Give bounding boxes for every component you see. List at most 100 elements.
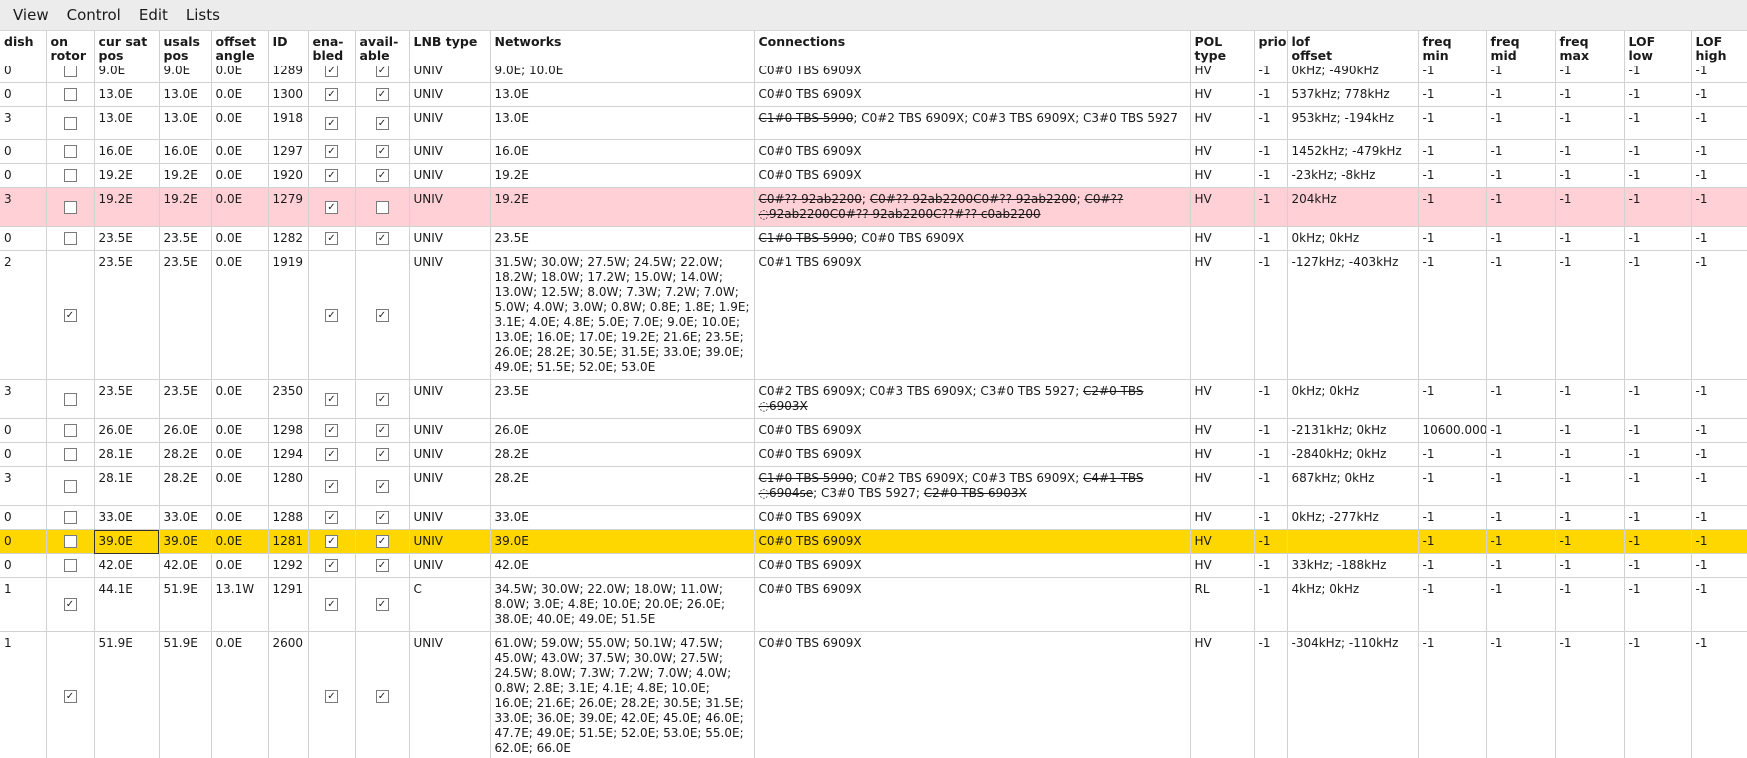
cell-enabled[interactable]: ✓	[308, 530, 355, 554]
cell-offset-angle[interactable]: 0.0E	[211, 251, 268, 380]
cell-dish[interactable]: 0	[0, 164, 46, 188]
cell-freq-max[interactable]: -1	[1555, 578, 1624, 632]
cell-available[interactable]: ✓	[355, 83, 409, 107]
cell-lof-low[interactable]: -1	[1624, 83, 1691, 107]
cell-networks[interactable]: 28.2E	[490, 467, 754, 506]
cell-enabled[interactable]: ✓	[308, 578, 355, 632]
cell-freq-mid[interactable]: -1	[1486, 251, 1555, 380]
cell-pol-type[interactable]: HV	[1190, 140, 1254, 164]
cell-lnb-type[interactable]: UNIV	[409, 554, 490, 578]
cell-freq-max[interactable]: -1	[1555, 530, 1624, 554]
table-row[interactable]: 039.0E39.0E0.0E1281✓✓UNIV39.0EC0#0 TBS 6…	[0, 530, 1747, 554]
cell-lof-low[interactable]: -1	[1624, 443, 1691, 467]
table-row[interactable]: 323.5E23.5E0.0E2350✓✓UNIV23.5EC0#2 TBS 6…	[0, 380, 1747, 419]
cell-lof-high[interactable]: -1	[1691, 443, 1747, 467]
cell-lnb-type[interactable]: UNIV	[409, 107, 490, 140]
cell-enabled[interactable]: ✓	[308, 419, 355, 443]
cell-lof-high[interactable]: -1	[1691, 380, 1747, 419]
cell-available[interactable]: ✓	[355, 467, 409, 506]
cell-cur-sat-pos[interactable]: 19.2E	[94, 164, 159, 188]
cell-connections[interactable]: C0#0 TBS 6909X	[754, 506, 1190, 530]
cell-freq-max[interactable]: -1	[1555, 506, 1624, 530]
cell-freq-mid[interactable]: -1	[1486, 578, 1555, 632]
cell-dish[interactable]: 0	[0, 419, 46, 443]
cell-networks[interactable]: 13.0E	[490, 83, 754, 107]
column-header-lnb-type[interactable]: LNB type	[409, 31, 490, 67]
cell-id[interactable]: 1292	[268, 554, 308, 578]
table-row[interactable]: 1✓51.9E51.9E0.0E2600✓✓UNIV61.0W; 59.0W; …	[0, 632, 1747, 758]
cell-dish[interactable]: 0	[0, 554, 46, 578]
cell-prio[interactable]: -1	[1254, 380, 1287, 419]
cell-on-rotor[interactable]	[46, 140, 94, 164]
cell-dish[interactable]: 0	[0, 227, 46, 251]
cell-id[interactable]: 2350	[268, 380, 308, 419]
cell-networks[interactable]: 13.0E	[490, 107, 754, 140]
cell-connections[interactable]: C0#0 TBS 6909X	[754, 419, 1190, 443]
cell-networks[interactable]: 26.0E	[490, 419, 754, 443]
cell-freq-min[interactable]: -1	[1418, 467, 1486, 506]
table-row[interactable]: 016.0E16.0E0.0E1297✓✓UNIV16.0EC0#0 TBS 6…	[0, 140, 1747, 164]
cell-cur-sat-pos[interactable]: 51.9E	[94, 632, 159, 758]
cell-offset-angle[interactable]: 0.0E	[211, 164, 268, 188]
cell-cur-sat-pos[interactable]: 16.0E	[94, 140, 159, 164]
cell-pol-type[interactable]: HV	[1190, 107, 1254, 140]
cell-usals-pos[interactable]: 28.2E	[159, 467, 211, 506]
cell-prio[interactable]: -1	[1254, 632, 1287, 758]
cell-lof-offset[interactable]: 0kHz; -277kHz	[1287, 506, 1418, 530]
menu-lists[interactable]: Lists	[177, 6, 229, 24]
cell-id[interactable]: 1919	[268, 251, 308, 380]
cell-prio[interactable]: -1	[1254, 578, 1287, 632]
cell-lof-high[interactable]: -1	[1691, 83, 1747, 107]
cell-on-rotor[interactable]	[46, 380, 94, 419]
cell-cur-sat-pos[interactable]: 28.1E	[94, 443, 159, 467]
cell-lof-offset[interactable]: 0kHz; 0kHz	[1287, 380, 1418, 419]
cell-connections[interactable]: C0#0 TBS 6909X	[754, 443, 1190, 467]
cell-pol-type[interactable]: HV	[1190, 554, 1254, 578]
table-row[interactable]: 1✓44.1E51.9E13.1W1291✓✓C34.5W; 30.0W; 22…	[0, 578, 1747, 632]
cell-lof-high[interactable]: -1	[1691, 227, 1747, 251]
cell-connections[interactable]: C1#0 TBS 5990; C0#0 TBS 6909X	[754, 227, 1190, 251]
table-row[interactable]: 319.2E19.2E0.0E1279✓UNIV19.2EC0#?? 92ab2…	[0, 188, 1747, 227]
cell-id[interactable]: 1281	[268, 530, 308, 554]
cell-lnb-type[interactable]: UNIV	[409, 443, 490, 467]
cell-networks[interactable]: 19.2E	[490, 164, 754, 188]
cell-pol-type[interactable]: HV	[1190, 506, 1254, 530]
checked-checkbox[interactable]: ✓	[325, 117, 338, 130]
cell-id[interactable]: 1291	[268, 578, 308, 632]
cell-lnb-type[interactable]: UNIV	[409, 530, 490, 554]
cell-lof-low[interactable]: -1	[1624, 578, 1691, 632]
checked-checkbox[interactable]: ✓	[376, 690, 389, 703]
cell-cur-sat-pos[interactable]: 33.0E	[94, 506, 159, 530]
cell-on-rotor[interactable]	[46, 83, 94, 107]
cell-usals-pos[interactable]: 19.2E	[159, 188, 211, 227]
cell-lof-offset[interactable]: -2131kHz; 0kHz	[1287, 419, 1418, 443]
checked-checkbox[interactable]: ✓	[325, 690, 338, 703]
cell-available[interactable]: ✓	[355, 632, 409, 758]
cell-lof-high[interactable]: -1	[1691, 419, 1747, 443]
cell-available[interactable]: ✓	[355, 506, 409, 530]
cell-available[interactable]: ✓	[355, 380, 409, 419]
cell-cur-sat-pos[interactable]: 39.0E	[94, 530, 159, 554]
cell-prio[interactable]: -1	[1254, 227, 1287, 251]
cell-offset-angle[interactable]: 0.0E	[211, 530, 268, 554]
cell-usals-pos[interactable]: 23.5E	[159, 380, 211, 419]
cell-networks[interactable]: 33.0E	[490, 506, 754, 530]
cell-prio[interactable]: -1	[1254, 107, 1287, 140]
cell-freq-max[interactable]: -1	[1555, 632, 1624, 758]
cell-lof-low[interactable]: -1	[1624, 506, 1691, 530]
cell-freq-mid[interactable]: -1	[1486, 443, 1555, 467]
cell-prio[interactable]: -1	[1254, 251, 1287, 380]
cell-networks[interactable]: 61.0W; 59.0W; 55.0W; 50.1W; 47.5W; 45.0W…	[490, 632, 754, 758]
unchecked-checkbox[interactable]	[64, 424, 77, 437]
cell-cur-sat-pos[interactable]: 44.1E	[94, 578, 159, 632]
cell-lnb-type[interactable]: UNIV	[409, 227, 490, 251]
column-header-available[interactable]: avail-able	[355, 31, 409, 67]
cell-connections[interactable]: C0#0 TBS 6909X	[754, 578, 1190, 632]
cell-prio[interactable]: -1	[1254, 419, 1287, 443]
cell-prio[interactable]: -1	[1254, 188, 1287, 227]
checked-checkbox[interactable]: ✓	[64, 598, 77, 611]
cell-lnb-type[interactable]: UNIV	[409, 140, 490, 164]
cell-lof-offset[interactable]: 0kHz; 0kHz	[1287, 227, 1418, 251]
cell-lnb-type[interactable]: UNIV	[409, 506, 490, 530]
cell-pol-type[interactable]: HV	[1190, 632, 1254, 758]
